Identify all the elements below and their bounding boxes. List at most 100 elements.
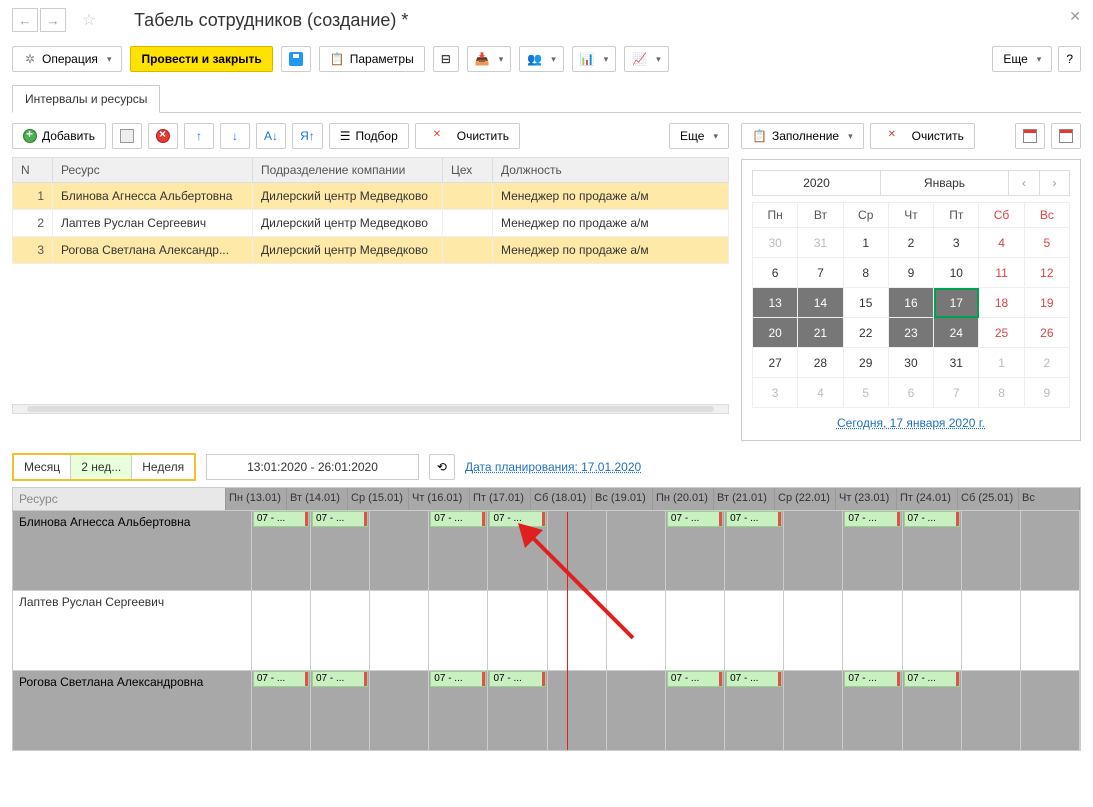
- schedule-cell[interactable]: [607, 591, 666, 670]
- schedule-cell[interactable]: [725, 591, 784, 670]
- schedule-cell[interactable]: [843, 591, 902, 670]
- schedule-cell[interactable]: [488, 591, 547, 670]
- calendar-view-button[interactable]: [1015, 123, 1045, 149]
- calendar-day[interactable]: 9: [888, 258, 933, 288]
- schedule-row[interactable]: Блинова Агнесса Альбертовна07 - ...07 - …: [13, 510, 1080, 590]
- schedule-slot[interactable]: 07 - ...: [667, 511, 723, 527]
- schedule-cell[interactable]: [784, 591, 843, 670]
- users-button[interactable]: 👥: [519, 46, 563, 72]
- calendar-day[interactable]: 4: [798, 378, 843, 408]
- schedule-cell[interactable]: [370, 511, 429, 590]
- schedule-slot[interactable]: 07 - ...: [726, 671, 782, 687]
- schedule-cell[interactable]: 07 - ...: [311, 671, 370, 750]
- parameters-button[interactable]: 📋Параметры: [319, 46, 425, 72]
- schedule-cell[interactable]: [548, 671, 607, 750]
- seg-month[interactable]: Месяц: [14, 455, 71, 479]
- sort-desc-button[interactable]: Я↑: [292, 123, 323, 149]
- schedule-cell[interactable]: 07 - ...: [429, 671, 488, 750]
- calendar-day[interactable]: 26: [1024, 318, 1069, 348]
- schedule-slot[interactable]: 07 - ...: [430, 511, 486, 527]
- clear-button[interactable]: Очистить: [415, 123, 520, 149]
- sort-asc-button[interactable]: А↓: [256, 123, 286, 149]
- calendar-day[interactable]: 6: [888, 378, 933, 408]
- schedule-cell[interactable]: [962, 591, 1021, 670]
- schedule-cell[interactable]: [784, 671, 843, 750]
- schedule-cell[interactable]: [784, 511, 843, 590]
- schedule-cell[interactable]: [370, 671, 429, 750]
- calendar-day[interactable]: 30: [753, 228, 798, 258]
- schedule-slot[interactable]: 07 - ...: [253, 511, 309, 527]
- table-row[interactable]: 2Лаптев Руслан СергеевичДилерский центр …: [13, 210, 729, 237]
- schedule-slot[interactable]: 07 - ...: [904, 511, 960, 527]
- schedule-cell[interactable]: 07 - ...: [252, 671, 311, 750]
- calendar-day[interactable]: 13: [753, 288, 798, 318]
- schedule-cell[interactable]: 07 - ...: [666, 671, 725, 750]
- schedule-cell[interactable]: 07 - ...: [725, 671, 784, 750]
- schedule-cell[interactable]: [252, 591, 311, 670]
- col-shop[interactable]: Цех: [443, 158, 493, 183]
- tab-intervals[interactable]: Интервалы и ресурсы: [12, 85, 160, 113]
- cal-clear-button[interactable]: Очистить: [870, 123, 975, 149]
- calendar-day[interactable]: 1: [979, 348, 1024, 378]
- schedule-slot[interactable]: 07 - ...: [904, 671, 960, 687]
- calendar-day[interactable]: 17: [934, 288, 979, 318]
- schedule-cell[interactable]: [607, 671, 666, 750]
- move-down-button[interactable]: [220, 123, 250, 149]
- calendar-day[interactable]: 14: [798, 288, 843, 318]
- schedule-cell[interactable]: 07 - ...: [488, 511, 547, 590]
- calendar-day[interactable]: 3: [753, 378, 798, 408]
- back-button[interactable]: ←: [12, 8, 38, 32]
- schedule-cell[interactable]: [962, 671, 1021, 750]
- calendar-next[interactable]: ›: [1039, 171, 1069, 195]
- table-row[interactable]: 3Рогова Светлана Александр...Дилерский ц…: [13, 237, 729, 264]
- calendar-day[interactable]: 24: [934, 318, 979, 348]
- calendar-day[interactable]: 23: [888, 318, 933, 348]
- forward-button[interactable]: →: [40, 8, 66, 32]
- calendar-month[interactable]: Январь: [881, 171, 1009, 195]
- help-button[interactable]: ?: [1058, 46, 1081, 72]
- schedule-row[interactable]: Лаптев Руслан Сергеевич: [13, 590, 1080, 670]
- schedule-slot[interactable]: 07 - ...: [489, 511, 545, 527]
- calendar-day[interactable]: 16: [888, 288, 933, 318]
- col-position[interactable]: Должность: [493, 158, 729, 183]
- post-and-close-button[interactable]: Провести и закрыть: [130, 46, 272, 72]
- schedule-row[interactable]: Рогова Светлана Александровна07 - ...07 …: [13, 670, 1080, 750]
- operation-button[interactable]: ✲Операция: [12, 46, 122, 72]
- planning-date-link[interactable]: Дата планирования: 17.01.2020: [465, 460, 641, 474]
- schedule-slot[interactable]: 07 - ...: [726, 511, 782, 527]
- calendar-year[interactable]: 2020: [753, 171, 881, 195]
- schedule-cell[interactable]: [311, 591, 370, 670]
- schedule-cell[interactable]: 07 - ...: [666, 511, 725, 590]
- calendar-day[interactable]: 25: [979, 318, 1024, 348]
- col-resource[interactable]: Ресурс: [53, 158, 253, 183]
- schedule-cell[interactable]: [429, 591, 488, 670]
- schedule-slot[interactable]: 07 - ...: [312, 511, 368, 527]
- schedule-cell[interactable]: 07 - ...: [843, 511, 902, 590]
- schedule-cell[interactable]: 07 - ...: [252, 511, 311, 590]
- schedule-cell[interactable]: 07 - ...: [725, 511, 784, 590]
- refresh-button[interactable]: ⟲: [429, 454, 455, 480]
- calendar-day[interactable]: 21: [798, 318, 843, 348]
- calendar-day[interactable]: 6: [753, 258, 798, 288]
- calendar-day[interactable]: 2: [1024, 348, 1069, 378]
- horizontal-scrollbar[interactable]: [12, 404, 729, 414]
- favorite-icon[interactable]: ☆: [76, 8, 102, 32]
- table-row[interactable]: 1Блинова Агнесса АльбертовнаДилерский це…: [13, 183, 729, 210]
- schedule-cell[interactable]: 07 - ...: [488, 671, 547, 750]
- schedule-cell[interactable]: [903, 591, 962, 670]
- calendar-day[interactable]: 28: [798, 348, 843, 378]
- calendar-day[interactable]: 11: [979, 258, 1024, 288]
- schedule-cell[interactable]: [666, 591, 725, 670]
- calendar-day[interactable]: 18: [979, 288, 1024, 318]
- save-button[interactable]: [281, 46, 311, 72]
- schedule-cell[interactable]: 07 - ...: [429, 511, 488, 590]
- report-button[interactable]: 📊: [572, 46, 616, 72]
- close-button[interactable]: ✕: [1069, 8, 1081, 25]
- schedule-cell[interactable]: [607, 511, 666, 590]
- pick-button[interactable]: ☰Подбор: [329, 123, 409, 149]
- seg-two-weeks[interactable]: 2 нед...: [71, 455, 132, 479]
- schedule-cell[interactable]: [962, 511, 1021, 590]
- schedule-slot[interactable]: 07 - ...: [844, 511, 900, 527]
- structure-button[interactable]: ⊟: [433, 46, 459, 72]
- schedule-cell[interactable]: [370, 591, 429, 670]
